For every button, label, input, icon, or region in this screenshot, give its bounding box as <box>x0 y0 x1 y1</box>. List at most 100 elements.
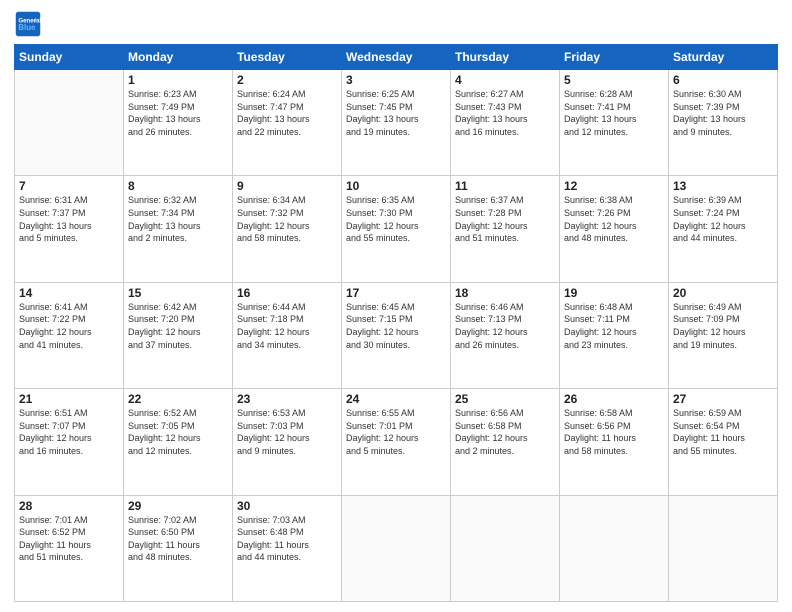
day-info: Sunrise: 7:01 AM Sunset: 6:52 PM Dayligh… <box>19 514 119 564</box>
calendar-cell: 5Sunrise: 6:28 AM Sunset: 7:41 PM Daylig… <box>560 70 669 176</box>
calendar-cell: 13Sunrise: 6:39 AM Sunset: 7:24 PM Dayli… <box>669 176 778 282</box>
calendar-cell: 27Sunrise: 6:59 AM Sunset: 6:54 PM Dayli… <box>669 389 778 495</box>
day-info: Sunrise: 6:59 AM Sunset: 6:54 PM Dayligh… <box>673 407 773 457</box>
day-number: 27 <box>673 392 773 406</box>
calendar-cell: 12Sunrise: 6:38 AM Sunset: 7:26 PM Dayli… <box>560 176 669 282</box>
calendar-cell: 8Sunrise: 6:32 AM Sunset: 7:34 PM Daylig… <box>124 176 233 282</box>
day-info: Sunrise: 6:34 AM Sunset: 7:32 PM Dayligh… <box>237 194 337 244</box>
day-number: 7 <box>19 179 119 193</box>
day-number: 4 <box>455 73 555 87</box>
day-info: Sunrise: 6:46 AM Sunset: 7:13 PM Dayligh… <box>455 301 555 351</box>
week-row-1: 1Sunrise: 6:23 AM Sunset: 7:49 PM Daylig… <box>15 70 778 176</box>
calendar-cell: 18Sunrise: 6:46 AM Sunset: 7:13 PM Dayli… <box>451 282 560 388</box>
calendar-cell <box>342 495 451 601</box>
day-number: 2 <box>237 73 337 87</box>
day-number: 26 <box>564 392 664 406</box>
day-info: Sunrise: 6:42 AM Sunset: 7:20 PM Dayligh… <box>128 301 228 351</box>
header: General Blue <box>14 10 778 38</box>
day-info: Sunrise: 6:51 AM Sunset: 7:07 PM Dayligh… <box>19 407 119 457</box>
week-row-3: 14Sunrise: 6:41 AM Sunset: 7:22 PM Dayli… <box>15 282 778 388</box>
day-number: 13 <box>673 179 773 193</box>
day-number: 8 <box>128 179 228 193</box>
day-number: 11 <box>455 179 555 193</box>
day-number: 18 <box>455 286 555 300</box>
calendar-cell: 9Sunrise: 6:34 AM Sunset: 7:32 PM Daylig… <box>233 176 342 282</box>
day-number: 29 <box>128 499 228 513</box>
calendar-cell: 21Sunrise: 6:51 AM Sunset: 7:07 PM Dayli… <box>15 389 124 495</box>
calendar-table: SundayMondayTuesdayWednesdayThursdayFrid… <box>14 44 778 602</box>
day-info: Sunrise: 6:38 AM Sunset: 7:26 PM Dayligh… <box>564 194 664 244</box>
day-number: 19 <box>564 286 664 300</box>
calendar-cell <box>451 495 560 601</box>
day-info: Sunrise: 6:45 AM Sunset: 7:15 PM Dayligh… <box>346 301 446 351</box>
calendar-cell: 17Sunrise: 6:45 AM Sunset: 7:15 PM Dayli… <box>342 282 451 388</box>
calendar-cell: 15Sunrise: 6:42 AM Sunset: 7:20 PM Dayli… <box>124 282 233 388</box>
day-info: Sunrise: 6:30 AM Sunset: 7:39 PM Dayligh… <box>673 88 773 138</box>
day-number: 6 <box>673 73 773 87</box>
calendar-cell: 11Sunrise: 6:37 AM Sunset: 7:28 PM Dayli… <box>451 176 560 282</box>
calendar-cell: 28Sunrise: 7:01 AM Sunset: 6:52 PM Dayli… <box>15 495 124 601</box>
day-number: 22 <box>128 392 228 406</box>
weekday-header-monday: Monday <box>124 45 233 70</box>
day-info: Sunrise: 6:24 AM Sunset: 7:47 PM Dayligh… <box>237 88 337 138</box>
calendar-cell: 19Sunrise: 6:48 AM Sunset: 7:11 PM Dayli… <box>560 282 669 388</box>
calendar-cell: 7Sunrise: 6:31 AM Sunset: 7:37 PM Daylig… <box>15 176 124 282</box>
calendar-cell: 23Sunrise: 6:53 AM Sunset: 7:03 PM Dayli… <box>233 389 342 495</box>
day-number: 28 <box>19 499 119 513</box>
page: General Blue SundayMondayTuesdayWednesda… <box>0 0 792 612</box>
day-number: 24 <box>346 392 446 406</box>
day-info: Sunrise: 6:49 AM Sunset: 7:09 PM Dayligh… <box>673 301 773 351</box>
week-row-4: 21Sunrise: 6:51 AM Sunset: 7:07 PM Dayli… <box>15 389 778 495</box>
day-info: Sunrise: 6:39 AM Sunset: 7:24 PM Dayligh… <box>673 194 773 244</box>
logo-icon: General Blue <box>14 10 42 38</box>
day-number: 16 <box>237 286 337 300</box>
calendar-cell: 30Sunrise: 7:03 AM Sunset: 6:48 PM Dayli… <box>233 495 342 601</box>
svg-text:Blue: Blue <box>18 23 36 32</box>
day-info: Sunrise: 6:27 AM Sunset: 7:43 PM Dayligh… <box>455 88 555 138</box>
calendar-cell <box>669 495 778 601</box>
calendar-cell: 20Sunrise: 6:49 AM Sunset: 7:09 PM Dayli… <box>669 282 778 388</box>
day-number: 3 <box>346 73 446 87</box>
weekday-header-tuesday: Tuesday <box>233 45 342 70</box>
weekday-header-sunday: Sunday <box>15 45 124 70</box>
day-info: Sunrise: 6:35 AM Sunset: 7:30 PM Dayligh… <box>346 194 446 244</box>
weekday-header-wednesday: Wednesday <box>342 45 451 70</box>
day-info: Sunrise: 6:31 AM Sunset: 7:37 PM Dayligh… <box>19 194 119 244</box>
day-number: 12 <box>564 179 664 193</box>
day-number: 1 <box>128 73 228 87</box>
day-info: Sunrise: 7:03 AM Sunset: 6:48 PM Dayligh… <box>237 514 337 564</box>
week-row-5: 28Sunrise: 7:01 AM Sunset: 6:52 PM Dayli… <box>15 495 778 601</box>
day-info: Sunrise: 6:37 AM Sunset: 7:28 PM Dayligh… <box>455 194 555 244</box>
calendar-cell: 6Sunrise: 6:30 AM Sunset: 7:39 PM Daylig… <box>669 70 778 176</box>
calendar-cell: 29Sunrise: 7:02 AM Sunset: 6:50 PM Dayli… <box>124 495 233 601</box>
calendar-cell: 25Sunrise: 6:56 AM Sunset: 6:58 PM Dayli… <box>451 389 560 495</box>
day-number: 9 <box>237 179 337 193</box>
day-number: 21 <box>19 392 119 406</box>
day-info: Sunrise: 6:23 AM Sunset: 7:49 PM Dayligh… <box>128 88 228 138</box>
weekday-header-saturday: Saturday <box>669 45 778 70</box>
calendar-cell: 24Sunrise: 6:55 AM Sunset: 7:01 PM Dayli… <box>342 389 451 495</box>
calendar-cell: 16Sunrise: 6:44 AM Sunset: 7:18 PM Dayli… <box>233 282 342 388</box>
calendar-cell <box>560 495 669 601</box>
weekday-header-row: SundayMondayTuesdayWednesdayThursdayFrid… <box>15 45 778 70</box>
day-info: Sunrise: 6:56 AM Sunset: 6:58 PM Dayligh… <box>455 407 555 457</box>
day-info: Sunrise: 6:41 AM Sunset: 7:22 PM Dayligh… <box>19 301 119 351</box>
calendar-cell: 10Sunrise: 6:35 AM Sunset: 7:30 PM Dayli… <box>342 176 451 282</box>
calendar-cell: 26Sunrise: 6:58 AM Sunset: 6:56 PM Dayli… <box>560 389 669 495</box>
calendar-cell: 14Sunrise: 6:41 AM Sunset: 7:22 PM Dayli… <box>15 282 124 388</box>
day-info: Sunrise: 7:02 AM Sunset: 6:50 PM Dayligh… <box>128 514 228 564</box>
calendar-cell <box>15 70 124 176</box>
weekday-header-thursday: Thursday <box>451 45 560 70</box>
calendar-cell: 22Sunrise: 6:52 AM Sunset: 7:05 PM Dayli… <box>124 389 233 495</box>
day-info: Sunrise: 6:32 AM Sunset: 7:34 PM Dayligh… <box>128 194 228 244</box>
calendar-cell: 1Sunrise: 6:23 AM Sunset: 7:49 PM Daylig… <box>124 70 233 176</box>
day-info: Sunrise: 6:53 AM Sunset: 7:03 PM Dayligh… <box>237 407 337 457</box>
day-number: 14 <box>19 286 119 300</box>
day-number: 23 <box>237 392 337 406</box>
logo: General Blue <box>14 10 44 38</box>
day-info: Sunrise: 6:28 AM Sunset: 7:41 PM Dayligh… <box>564 88 664 138</box>
week-row-2: 7Sunrise: 6:31 AM Sunset: 7:37 PM Daylig… <box>15 176 778 282</box>
day-number: 15 <box>128 286 228 300</box>
weekday-header-friday: Friday <box>560 45 669 70</box>
day-info: Sunrise: 6:52 AM Sunset: 7:05 PM Dayligh… <box>128 407 228 457</box>
